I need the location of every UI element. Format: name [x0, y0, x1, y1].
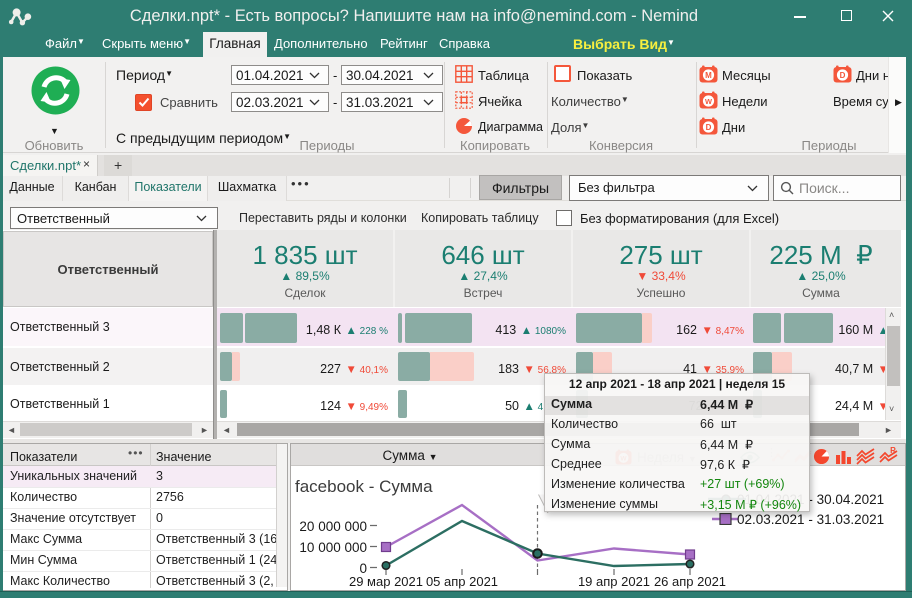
svg-text:R: R [890, 446, 896, 455]
svg-text:W: W [705, 97, 712, 106]
svg-text:D: D [706, 123, 712, 132]
svg-text:D: D [840, 71, 846, 80]
svg-text:M: M [705, 71, 712, 80]
